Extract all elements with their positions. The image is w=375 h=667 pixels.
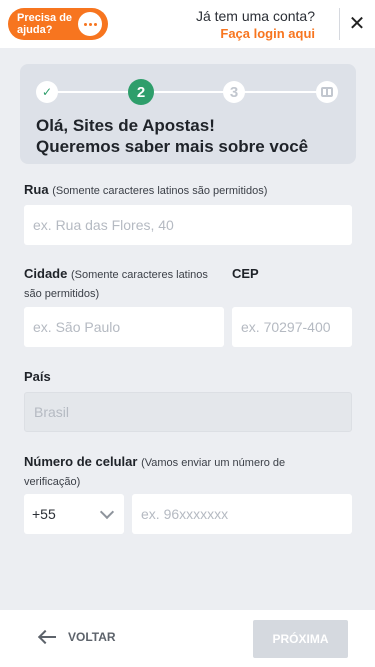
chat-bubble-icon: [78, 12, 102, 36]
gift-icon: [321, 87, 333, 97]
progress-line: [47, 91, 325, 93]
zip-input[interactable]: ex. 70297-400: [232, 307, 352, 347]
street-hint: (Somente caracteres latinos são permitid…: [52, 185, 268, 197]
step-1-done: ✓: [36, 81, 58, 103]
street-label: Rua (Somente caracteres latinos são perm…: [24, 181, 267, 200]
top-header: Precisa de ajuda? Já tem uma conta? Faça…: [0, 0, 375, 48]
header-divider: [339, 8, 340, 40]
country-code-select[interactable]: +55: [24, 494, 124, 534]
phone-input[interactable]: ex. 96xxxxxxx: [132, 494, 352, 534]
street-input[interactable]: ex. Rua das Flores, 40: [24, 205, 352, 245]
back-label: VOLTAR: [68, 630, 116, 644]
arrow-left-icon: [40, 636, 56, 638]
greeting-line-2: Queremos saber mais sobre você: [36, 137, 309, 156]
phone-label: Número de celular (Vamos enviar um númer…: [24, 453, 344, 491]
greeting-line-1: Olá, Sites de Apostas!: [36, 116, 215, 135]
street-label-text: Rua: [24, 182, 49, 197]
city-label: Cidade (Somente caracteres latinos são p…: [24, 265, 224, 303]
back-button[interactable]: VOLTAR: [40, 630, 116, 644]
country-code-value: +55: [32, 506, 56, 522]
step-2-active: 2: [128, 79, 154, 105]
footer-bar: VOLTAR PRÓXIMA: [0, 610, 375, 667]
progress-card: ✓ 2 3 Olá, Sites de Apostas! Queremos sa…: [20, 64, 356, 164]
help-label: Precisa de ajuda?: [17, 12, 73, 36]
next-label: PRÓXIMA: [272, 632, 329, 646]
account-question: Já tem uma conta?: [195, 8, 315, 24]
city-input[interactable]: ex. São Paulo: [24, 307, 224, 347]
zip-label: CEP: [232, 266, 259, 281]
country-label: País: [24, 369, 51, 384]
close-icon[interactable]: ✕: [346, 11, 368, 35]
account-block: Já tem uma conta? Faça login aqui: [196, 8, 315, 42]
next-button[interactable]: PRÓXIMA: [253, 620, 348, 658]
login-link[interactable]: Faça login aqui: [196, 26, 315, 42]
help-button[interactable]: Precisa de ajuda?: [8, 8, 108, 40]
city-label-text: Cidade: [24, 266, 68, 281]
step-3: 3: [223, 81, 245, 103]
chevron-down-icon: [99, 504, 115, 519]
step-4-gift: [316, 81, 338, 103]
country-input: Brasil: [24, 392, 352, 432]
greeting-title: Olá, Sites de Apostas! Queremos saber ma…: [36, 115, 308, 157]
phone-label-text: Número de celular: [24, 454, 138, 469]
